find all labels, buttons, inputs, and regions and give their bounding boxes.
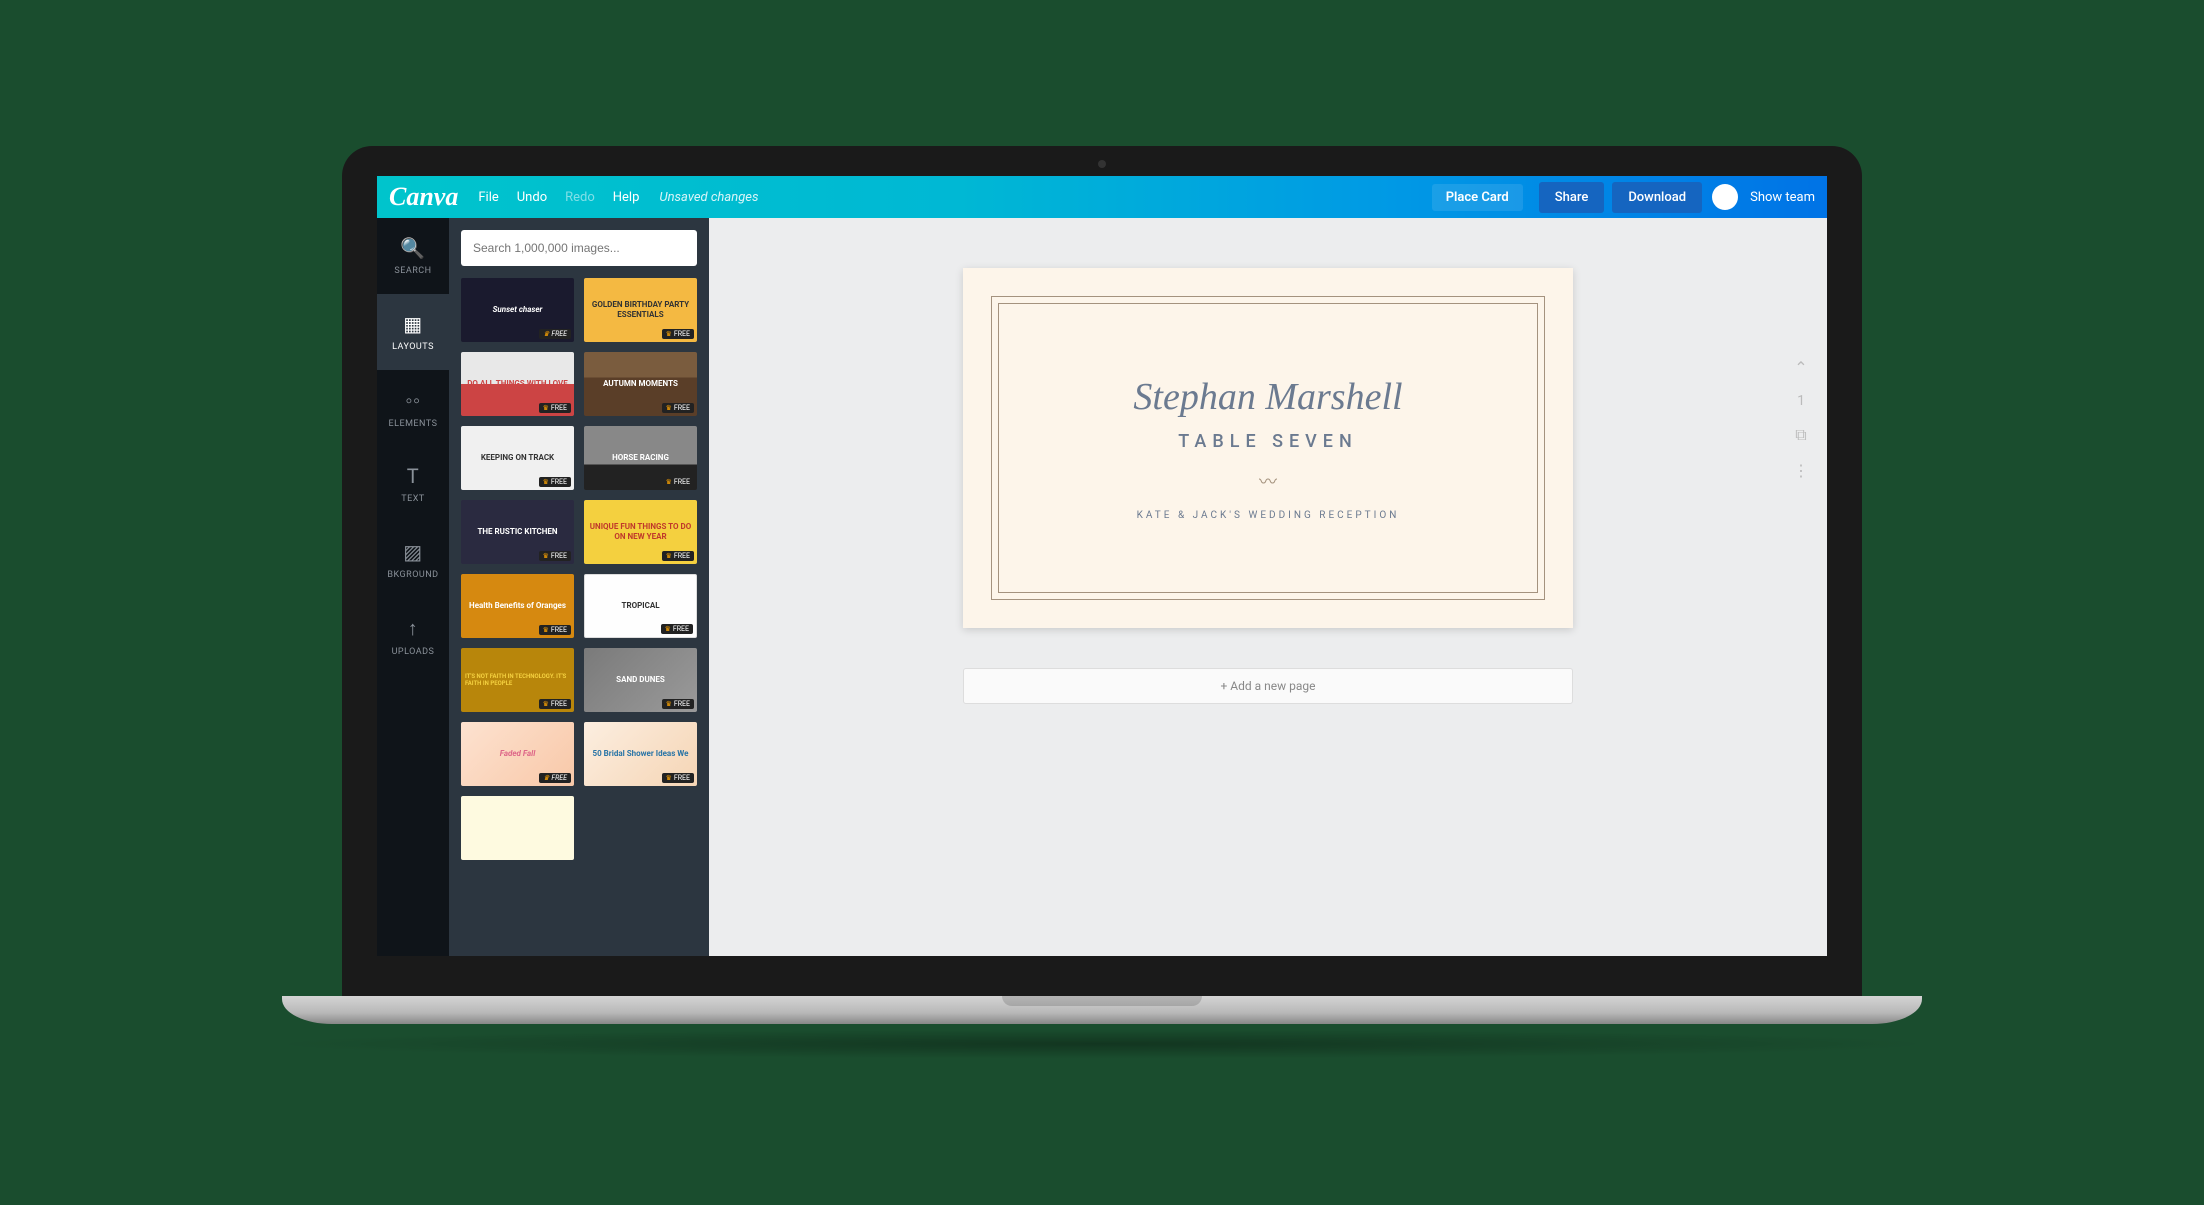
laptop-frame: Canva File Undo Redo Help Unsaved change… [342,146,1862,1059]
menu-redo[interactable]: Redo [565,190,595,205]
menu-file[interactable]: File [478,190,498,205]
template-item[interactable]: KEEPING ON TRACKFREE [461,426,574,490]
free-badge: FREE [662,699,694,709]
nav-search[interactable]: 🔍 SEARCH [377,218,449,294]
nav-uploads-label: UPLOADS [392,647,435,657]
search-input[interactable] [461,230,697,266]
laptop-screen-bezel: Canva File Undo Redo Help Unsaved change… [342,146,1862,996]
nav-text[interactable]: T TEXT [377,446,449,522]
card-border-outer: Stephan Marshell TABLE SEVEN 〰 KATE & JA… [991,296,1545,600]
template-item[interactable]: AUTUMN MOMENTSFREE [584,352,697,416]
nav-search-label: SEARCH [394,266,431,276]
nav-elements-label: ELEMENTS [389,419,438,429]
free-badge: FREE [662,477,694,487]
main-area: 🔍 SEARCH ▦ LAYOUTS ◦◦ ELEMENTS T TEXT [377,218,1827,956]
template-item[interactable]: SAND DUNESFREE [584,648,697,712]
menu-help[interactable]: Help [613,190,640,205]
elements-icon: ◦◦ [405,388,420,413]
free-badge: FREE [539,403,571,413]
template-item[interactable]: IT'S NOT FAITH IN TECHNOLOGY. IT'S FAITH… [461,648,574,712]
card-border-inner: Stephan Marshell TABLE SEVEN 〰 KATE & JA… [998,303,1538,593]
free-badge: FREE [539,329,571,339]
app-window: Canva File Undo Redo Help Unsaved change… [377,176,1827,956]
template-item[interactable]: HORSE RACINGFREE [584,426,697,490]
canva-logo[interactable]: Canva [389,182,458,212]
free-badge: FREE [662,329,694,339]
laptop-shadow [262,1029,1942,1059]
layouts-panel: Sunset chaserFREE GOLDEN BIRTHDAY PARTY … [449,218,709,956]
free-badge: FREE [662,551,694,561]
left-nav: 🔍 SEARCH ▦ LAYOUTS ◦◦ ELEMENTS T TEXT [377,218,449,956]
show-team-button[interactable]: Show team [1750,190,1815,205]
free-badge: FREE [662,773,694,783]
template-item[interactable]: UNIQUE FUN THINGS TO DO ON NEW YEARFREE [584,500,697,564]
card-subtitle-text[interactable]: KATE & JACK'S WEDDING RECEPTION [1137,510,1400,521]
design-canvas[interactable]: Stephan Marshell TABLE SEVEN 〰 KATE & JA… [963,268,1573,628]
page-tools: ⌃ 1 ⧉ ⋮ [1793,358,1809,480]
unsaved-changes-label: Unsaved changes [659,190,758,205]
free-badge: FREE [539,625,571,635]
template-item[interactable]: Health Benefits of OrangesFREE [461,574,574,638]
template-item[interactable]: THE RUSTIC KITCHENFREE [461,500,574,564]
share-button[interactable]: Share [1539,182,1605,213]
nav-bkground-label: BKGROUND [387,570,438,580]
document-title[interactable]: Place Card [1432,184,1523,211]
copy-icon[interactable]: ⧉ [1795,425,1806,445]
free-badge: FREE [539,773,571,783]
nav-bkground[interactable]: ▨ BKGROUND [377,522,449,598]
template-item[interactable]: TROPICALFREE [584,574,697,638]
camera-icon [1098,160,1106,168]
menu-bar: File Undo Redo Help [478,190,639,205]
free-badge: FREE [661,624,693,634]
nav-text-label: TEXT [401,494,425,504]
add-page-button[interactable]: + Add a new page [963,668,1573,704]
layouts-icon: ▦ [403,312,422,336]
search-icon: 🔍 [400,236,425,260]
templates-grid: Sunset chaserFREE GOLDEN BIRTHDAY PARTY … [461,278,697,860]
nav-uploads[interactable]: ↑ UPLOADS [377,598,449,674]
nav-elements[interactable]: ◦◦ ELEMENTS [377,370,449,446]
arrow-up-icon[interactable]: ⌃ [1794,358,1807,377]
card-table-text[interactable]: TABLE SEVEN [1178,431,1357,452]
template-item[interactable]: 50 Bridal Shower Ideas WeFREE [584,722,697,786]
free-badge: FREE [539,477,571,487]
free-badge: FREE [539,551,571,561]
template-item[interactable]: GOLDEN BIRTHDAY PARTY ESSENTIALSFREE [584,278,697,342]
dots-icon[interactable]: ⋮ [1793,461,1809,480]
template-item[interactable] [461,796,574,860]
template-item[interactable]: DO ALL THINGS WITH LOVEFREE [461,352,574,416]
download-button[interactable]: Download [1612,182,1702,213]
flourish-icon: 〰 [1259,468,1277,494]
canvas-area: ⌃ 1 ⧉ ⋮ Stephan Marshell TABLE SEVEN 〰 K… [709,218,1827,956]
free-badge: FREE [539,699,571,709]
nav-layouts-label: LAYOUTS [392,342,434,352]
free-badge: FREE [662,403,694,413]
text-icon: T [407,464,419,488]
uploads-icon: ↑ [408,616,419,641]
avatar[interactable] [1712,184,1738,210]
page-number: 1 [1797,393,1805,409]
template-item[interactable]: Sunset chaserFREE [461,278,574,342]
laptop-base [282,996,1922,1024]
top-bar: Canva File Undo Redo Help Unsaved change… [377,176,1827,218]
menu-undo[interactable]: Undo [517,190,547,205]
nav-layouts[interactable]: ▦ LAYOUTS [377,294,449,370]
card-name-text[interactable]: Stephan Marshell [1133,375,1402,419]
bkground-icon: ▨ [403,540,422,564]
template-item[interactable]: Faded FallFREE [461,722,574,786]
